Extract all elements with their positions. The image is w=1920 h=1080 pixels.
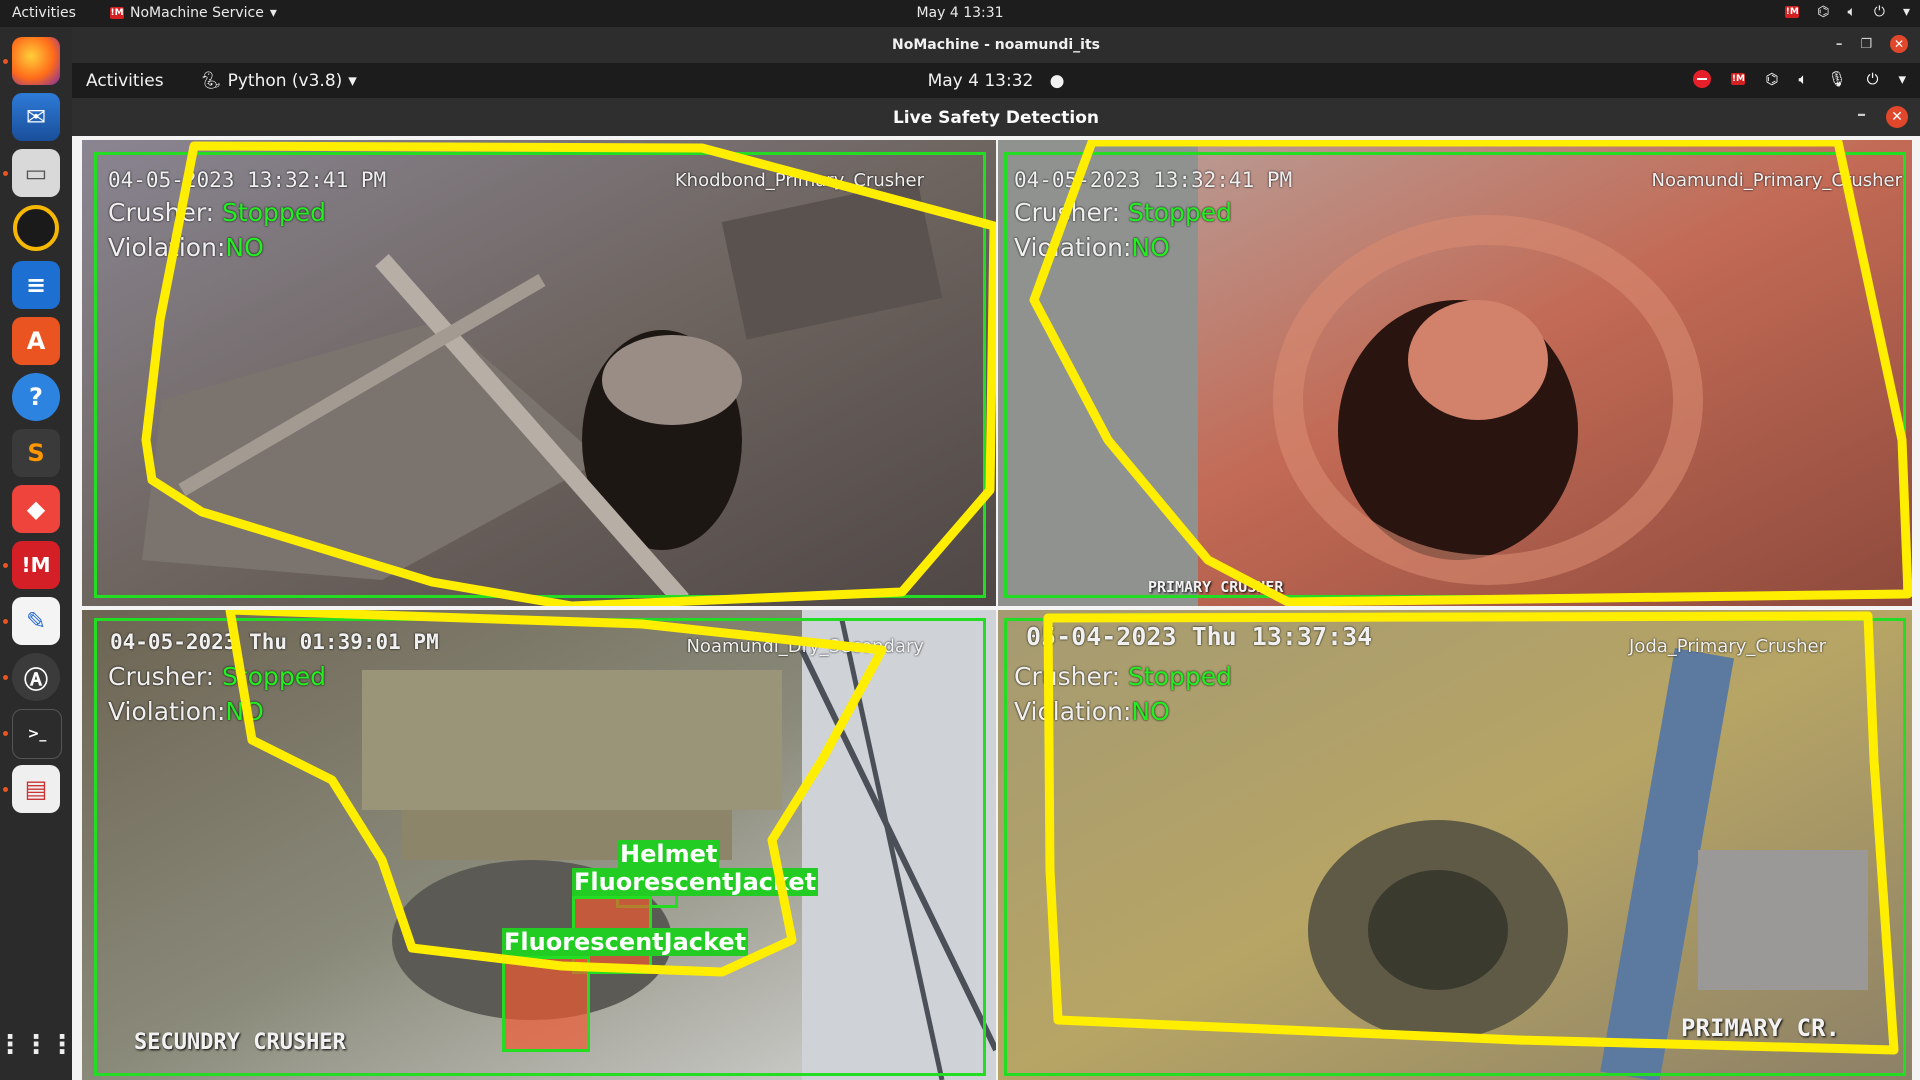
camera-feed-khodbond[interactable]: 04-05-2023 13:32:41 PM Khodbond_Primary_… (82, 140, 996, 606)
crusher-status: Stopped (1128, 662, 1233, 691)
crusher-status: Stopped (222, 662, 327, 691)
violation-label: Violation: (108, 697, 226, 726)
microphone-icon[interactable]: 🎙︎ (1828, 70, 1847, 88)
running-indicator (3, 171, 8, 176)
close-icon[interactable]: ✕ (1890, 35, 1908, 53)
power-icon[interactable]: ⏻ (1867, 70, 1879, 88)
camera-stamp: PRIMARY CRUSHER (1148, 578, 1284, 596)
app-window-title: Live Safety Detection (892, 108, 1100, 128)
violation-value: NO (1131, 697, 1170, 726)
text-editor-icon[interactable]: ✎ (12, 597, 60, 645)
running-indicator (3, 59, 8, 64)
running-indicator (3, 619, 8, 624)
jacket-detection-box (502, 956, 590, 1052)
violation-value: NO (225, 233, 264, 262)
camera-feed-joda-primary[interactable]: 05-04-2023 Thu 13:37:34 Joda_Primary_Cru… (998, 610, 1912, 1080)
remote-clock[interactable]: May 4 13:32 ● (72, 71, 1920, 91)
camera-timestamp: 04-05-2023 13:32:41 PM (1014, 168, 1293, 192)
crusher-status: Stopped (1128, 198, 1233, 227)
crusher-label: Crusher: (1014, 198, 1121, 227)
minimize-icon[interactable]: – (1857, 104, 1866, 125)
crusher-label: Crusher: (1014, 662, 1121, 691)
camera-grid: 04-05-2023 13:32:41 PM Khodbond_Primary_… (72, 136, 1920, 1080)
do-not-disturb-icon[interactable] (1693, 70, 1712, 88)
nomachine-tray-icon[interactable]: !M (1785, 6, 1800, 18)
document-viewer-icon[interactable]: ▤ (12, 765, 60, 813)
writer-icon[interactable]: ≡ (12, 261, 60, 309)
files-icon[interactable]: ▭ (12, 149, 60, 197)
detection-label: FluorescentJacket (572, 868, 819, 896)
terminal-icon[interactable]: >_ (12, 709, 62, 759)
running-indicator (3, 675, 8, 680)
crusher-label: Crusher: (108, 662, 215, 691)
software-icon[interactable]: A (12, 317, 60, 365)
crusher-status: Stopped (222, 198, 327, 227)
camera-timestamp: 04-05-2023 Thu 01:39:01 PM (110, 630, 439, 654)
camera-name: Khodbond_Primary_Crusher (674, 170, 924, 191)
notification-dot-icon: ● (1049, 71, 1065, 91)
restore-icon[interactable]: ❐ (1860, 37, 1872, 52)
running-indicator (3, 731, 8, 736)
firefox-icon[interactable] (12, 37, 60, 85)
network-icon[interactable]: ⌬ (1817, 4, 1829, 20)
detection-label: Helmet (618, 840, 720, 868)
violation-value: NO (225, 697, 264, 726)
camera-name: Joda_Primary_Crusher (1629, 636, 1826, 657)
volume-icon[interactable]: 🔈︎ (1847, 4, 1855, 20)
volume-icon[interactable]: 🔈︎ (1799, 70, 1808, 88)
system-tray[interactable]: !M ⌬ 🔈︎ ⏻ ▾ (1785, 4, 1910, 20)
detection-label: FluorescentJacket (502, 928, 749, 956)
camera-timestamp: 05-04-2023 Thu 13:37:34 (1026, 622, 1373, 651)
help-icon[interactable]: ? (12, 373, 60, 421)
dock: ✉ ▭ ≡ A ? S ◆ !M ✎ Ⓐ >_ ▤ ⋮⋮⋮ (0, 27, 75, 1080)
camera-stamp: PRIMARY CR. (1681, 1014, 1840, 1042)
remote-top-bar: Activities 🐍︎ Python (v3.8) ▾ May 4 13:3… (72, 63, 1920, 98)
system-top-bar: Activities !M NoMachine Service ▾ May 4 … (0, 0, 1920, 27)
sublime-icon[interactable]: S (12, 429, 60, 477)
crusher-label: Crusher: (108, 198, 215, 227)
camera-feed-noamundi-primary[interactable]: 04-05-2023 13:32:41 PM Noamundi_Primary_… (998, 140, 1912, 606)
thunderbird-icon[interactable]: ✉ (12, 93, 60, 141)
network-icon[interactable]: ⌬ (1765, 70, 1778, 88)
camera-name: Noamundi_Primary_Crusher (1651, 170, 1902, 191)
violation-label: Violation: (1014, 233, 1132, 262)
close-icon[interactable]: ✕ (1886, 106, 1908, 128)
running-indicator (3, 563, 8, 568)
system-clock[interactable]: May 4 13:31 (0, 5, 1920, 21)
violation-label: Violation: (1014, 697, 1132, 726)
app-titlebar: Live Safety Detection – ✕ (72, 98, 1920, 136)
remote-clock-text: May 4 13:32 (927, 71, 1034, 91)
running-indicator (3, 787, 8, 792)
camera-feed-noamundi-dry-secondary[interactable]: 04-05-2023 Thu 01:39:01 PM Noamundi_Dry_… (82, 610, 996, 1080)
nomachine-icon[interactable]: !M (12, 541, 60, 589)
chevron-down-icon[interactable]: ▾ (1898, 70, 1906, 88)
violation-label: Violation: (108, 233, 226, 262)
violation-value: NO (1131, 233, 1170, 262)
minimize-icon[interactable]: – (1836, 37, 1843, 52)
chevron-down-icon[interactable]: ▾ (1903, 4, 1910, 20)
updater-icon[interactable]: Ⓐ (12, 653, 60, 701)
app-grid-icon[interactable]: ⋮⋮⋮ (0, 1021, 75, 1069)
camera-timestamp: 04-05-2023 13:32:41 PM (108, 168, 387, 192)
nomachine-window-title: NoMachine - noamundi_its (892, 37, 1100, 53)
nomachine-tray-icon[interactable]: !M (1731, 73, 1746, 85)
nomachine-titlebar: NoMachine - noamundi_its – ❐ ✕ (72, 27, 1920, 63)
rhythmbox-icon[interactable] (13, 205, 59, 251)
power-icon[interactable]: ⏻ (1874, 4, 1885, 20)
camera-stamp: SECUNDRY CRUSHER (134, 1030, 346, 1055)
camera-name: Noamundi_Dry_Secondary (686, 636, 924, 657)
remote-tray[interactable]: !M ⌬ 🔈︎ 🎙︎ ⏻ ▾ (1693, 70, 1906, 88)
anydesk-icon[interactable]: ◆ (12, 485, 60, 533)
